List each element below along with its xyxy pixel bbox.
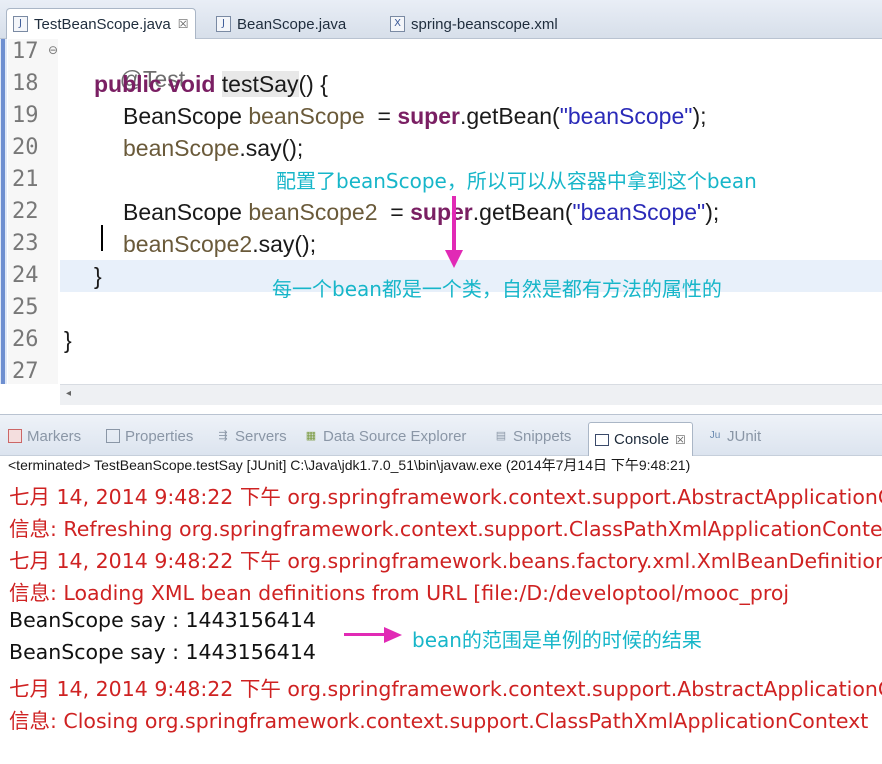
code-text: .say(); <box>239 135 304 161</box>
servers-icon: ⇶ <box>218 430 228 442</box>
code-text: = <box>377 199 411 225</box>
code-line-20: beanScope.say(); <box>123 135 303 162</box>
code-line-18: public void testSay() { <box>94 71 328 98</box>
line-number: 17 <box>12 39 39 64</box>
string-literal: "beanScope" <box>572 199 706 225</box>
code-text: .getBean( <box>459 103 560 129</box>
annotation-note-3: bean的范围是单例的时候的结果 <box>412 628 702 652</box>
tab-servers[interactable]: ⇶ Servers <box>216 425 287 447</box>
code-text: () { <box>298 71 328 97</box>
annotation-arrow-head <box>384 627 402 643</box>
editor-tab-bar: J TestBeanScope.java ☒ J BeanScope.java … <box>0 0 882 39</box>
console-output[interactable]: 七月 14, 2014 9:48:22 下午 org.springframewo… <box>0 476 882 764</box>
keyword: public <box>94 71 162 97</box>
tab-label: Properties <box>125 427 194 445</box>
tab-spring-beanscope-xml[interactable]: X spring-beanscope.xml <box>390 10 558 38</box>
keyword: super <box>410 199 473 225</box>
horizontal-scrollbar[interactable]: ◂ <box>60 384 882 405</box>
code-text: .getBean( <box>472 199 573 225</box>
code-line-19: BeanScope beanScope = super.getBean("bea… <box>123 103 707 130</box>
variable-name: beanScope <box>123 135 240 161</box>
java-file-icon: J <box>13 16 28 32</box>
method-name: testSay <box>221 71 299 97</box>
annotation-note-1: 配置了beanScope，所以可以从容器中拿到这个bean <box>276 169 757 193</box>
variable-name: beanScope <box>248 103 365 129</box>
tab-markers[interactable]: Markers <box>8 425 81 447</box>
line-number: 18 <box>12 71 39 96</box>
tab-properties[interactable]: Properties <box>106 425 193 447</box>
properties-icon <box>106 429 120 443</box>
code-line-24: } <box>94 263 102 289</box>
type-name: BeanScope <box>123 199 242 225</box>
line-number: 25 <box>12 295 39 320</box>
line-number: 23 <box>12 231 39 256</box>
tab-label: BeanScope.java <box>237 15 347 33</box>
variable-name: beanScope2 <box>248 199 378 225</box>
tab-snippets[interactable]: ▤ Snippets <box>494 425 572 447</box>
console-line: 信息: Closing org.springframework.context.… <box>9 709 869 733</box>
line-number: 26 <box>12 327 39 352</box>
code-text: = <box>364 103 398 129</box>
code-line-23: beanScope2.say(); <box>123 231 316 258</box>
line-number: 19 <box>12 103 39 128</box>
tab-console[interactable]: Console ☒ <box>588 422 693 456</box>
junit-icon: Ju <box>709 430 721 441</box>
tab-label: Console <box>614 431 670 448</box>
tab-beanscope-java[interactable]: J BeanScope.java <box>216 10 346 38</box>
type-name: BeanScope <box>123 103 242 129</box>
console-header: <terminated> TestBeanScope.testSay [JUni… <box>8 457 691 473</box>
tab-label: spring-beanscope.xml <box>411 15 558 33</box>
keyword: super <box>397 103 460 129</box>
annotation-arrow-right <box>344 633 386 636</box>
console-line: 七月 14, 2014 9:48:22 下午 org.springframewo… <box>9 677 882 701</box>
tab-label: JUnit <box>727 427 762 445</box>
tab-label: Servers <box>235 427 287 445</box>
line-number: 20 <box>12 135 39 160</box>
tab-label: Data Source Explorer <box>323 427 467 445</box>
console-line: BeanScope say : 1443156414 <box>9 640 316 664</box>
fold-icon[interactable]: ⊖ <box>48 43 58 57</box>
code-text: ); <box>705 199 720 225</box>
code-text: ); <box>692 103 707 129</box>
console-icon <box>595 433 609 446</box>
console-line: 七月 14, 2014 9:48:22 下午 org.springframewo… <box>9 549 882 573</box>
close-icon[interactable]: ☒ <box>178 17 189 31</box>
scroll-left-icon[interactable]: ◂ <box>66 388 71 399</box>
tab-data-source-explorer[interactable]: ▦ Data Source Explorer <box>304 425 467 447</box>
text-caret <box>101 225 103 251</box>
snippets-icon: ▤ <box>495 430 507 442</box>
code-text: .say(); <box>252 231 317 257</box>
code-editor[interactable]: 17 ⊖ 18 19 20 21 22 23 24 25 26 27 @Test… <box>0 39 882 405</box>
console-line: 信息: Loading XML bean definitions from UR… <box>9 581 790 605</box>
line-number: 21 <box>12 167 39 192</box>
close-icon[interactable]: ☒ <box>675 433 686 447</box>
tab-label: Snippets <box>513 427 572 445</box>
tab-testbeanscope-java[interactable]: J TestBeanScope.java ☒ <box>6 8 196 39</box>
line-number: 27 <box>12 359 39 384</box>
line-number: 24 <box>12 263 39 288</box>
code-line-26: } <box>64 327 72 353</box>
console-line: 信息: Refreshing org.springframework.conte… <box>9 517 882 541</box>
overview-ruler <box>0 39 7 384</box>
string-literal: "beanScope" <box>559 103 693 129</box>
annotation-arrow-down <box>452 196 456 254</box>
tab-junit[interactable]: Ju JUnit <box>708 425 761 447</box>
console-line: BeanScope say : 1443156414 <box>9 608 316 632</box>
console-line: 七月 14, 2014 9:48:22 下午 org.springframewo… <box>9 485 882 509</box>
line-number: 22 <box>12 199 39 224</box>
keyword: void <box>168 71 216 97</box>
code-line-22: BeanScope beanScope2 = super.getBean("be… <box>123 199 719 226</box>
annotation-arrow-head <box>445 250 463 268</box>
data-source-icon: ▦ <box>305 430 317 442</box>
tab-label: Markers <box>27 427 82 445</box>
annotation-note-2: 每一个bean都是一个类，自然是都有方法的属性的 <box>272 277 722 301</box>
markers-icon <box>8 429 22 443</box>
change-marker <box>1 39 5 384</box>
tab-label: TestBeanScope.java <box>34 15 171 33</box>
view-tab-bar: Markers Properties ⇶ Servers ▦ Data Sour… <box>0 414 882 456</box>
xml-file-icon: X <box>390 16 405 32</box>
java-file-icon: J <box>216 16 231 32</box>
variable-name: beanScope2 <box>123 231 253 257</box>
